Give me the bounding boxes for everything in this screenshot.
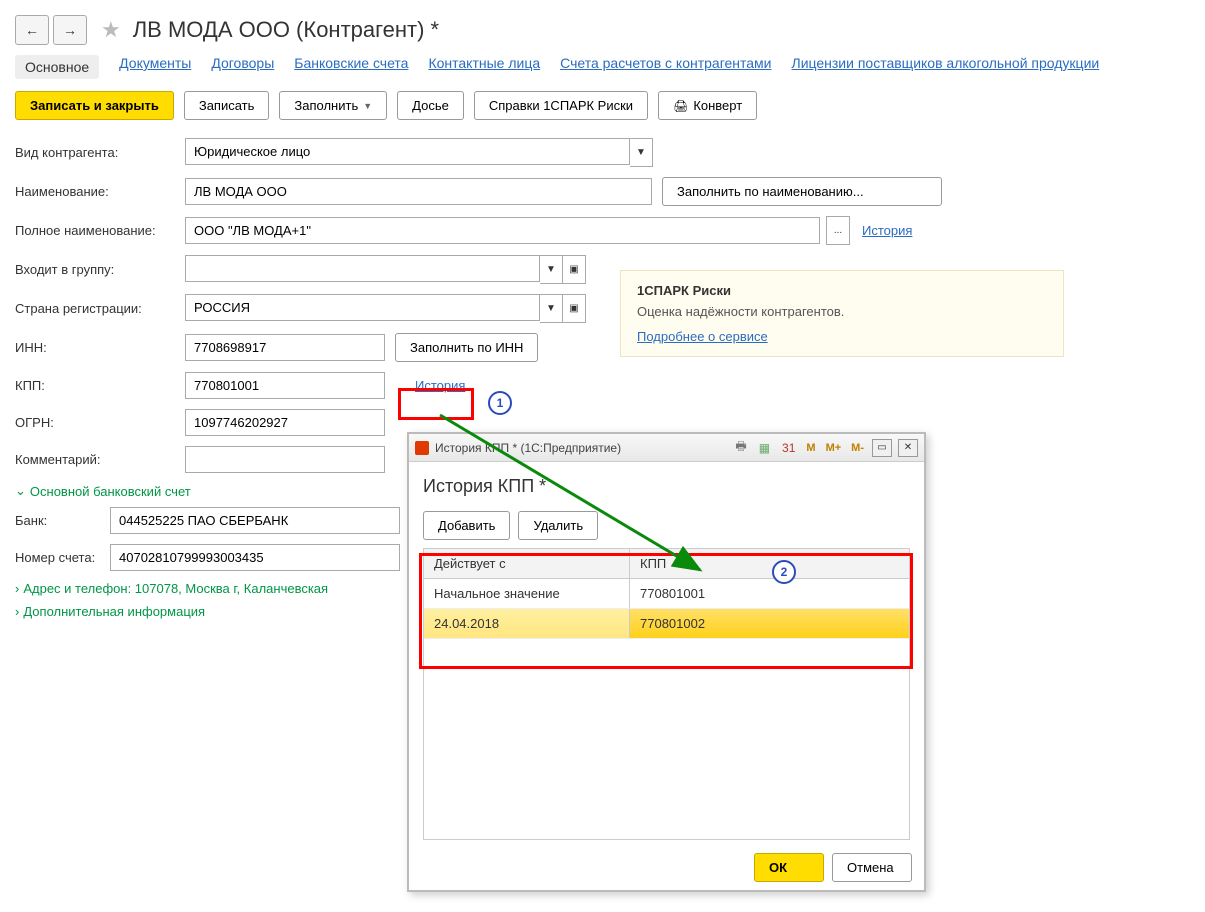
nav-forward-button[interactable]: → (53, 15, 87, 45)
dialog-title: История КПП * (1С:Предприятие) (435, 441, 726, 455)
tab-contracts[interactable]: Договоры (211, 55, 274, 79)
extra-section-label: Дополнительная информация (23, 604, 205, 619)
dossier-button[interactable]: Досье (397, 91, 464, 120)
envelope-button[interactable]: Конверт (658, 91, 757, 120)
favorite-star-icon[interactable]: ★ (101, 17, 121, 43)
group-input[interactable] (185, 255, 540, 282)
country-dropdown-button[interactable]: ▼ (540, 294, 563, 323)
row-date: Начальное значение (424, 579, 630, 608)
ogrn-label: ОГРН: (15, 415, 185, 430)
type-input[interactable] (185, 138, 630, 165)
print-icon (673, 98, 688, 113)
nav-back-button[interactable]: ← (15, 15, 49, 45)
row-kpp: 770801002 (630, 609, 909, 638)
tab-bank-accounts[interactable]: Банковские счета (294, 55, 408, 79)
chevron-right-icon (15, 604, 19, 619)
calendar-31-icon[interactable]: 31 (779, 441, 798, 455)
tab-documents[interactable]: Документы (119, 55, 191, 79)
row-kpp: 770801001 (630, 579, 909, 608)
table-row[interactable]: 24.04.2018 770801002 (424, 609, 909, 639)
comment-input[interactable] (185, 446, 385, 473)
inn-input[interactable] (185, 334, 385, 361)
dropdown-arrow-icon: ▼ (363, 101, 372, 111)
table-row[interactable]: Начальное значение 770801001 (424, 579, 909, 609)
chevron-right-icon (15, 581, 19, 596)
dialog-heading: История КПП * (423, 476, 910, 497)
account-label: Номер счета: (15, 550, 110, 565)
col-kpp-header[interactable]: КПП (630, 549, 909, 578)
country-label: Страна регистрации: (15, 301, 185, 316)
spark-button[interactable]: Справки 1СПАРК Риски (474, 91, 648, 120)
name-input[interactable] (185, 178, 652, 205)
full-name-history-link[interactable]: История (862, 223, 912, 238)
country-input[interactable] (185, 294, 540, 321)
print-icon[interactable]: 🖶 (732, 437, 749, 458)
memory-m-button[interactable]: M (804, 442, 817, 454)
fill-by-name-button[interactable]: Заполнить по наименованию... (662, 177, 942, 206)
bank-label: Банк: (15, 513, 110, 528)
kpp-history-link[interactable]: История (415, 378, 465, 393)
dialog-delete-button[interactable]: Удалить (518, 511, 598, 540)
tab-contacts[interactable]: Контактные лица (428, 55, 540, 79)
kpp-label: КПП: (15, 378, 185, 393)
type-dropdown-button[interactable]: ▼ (630, 138, 653, 167)
kpp-history-dialog: История КПП * (1С:Предприятие) 🖶 ▦ 31 M … (407, 432, 926, 892)
name-label: Наименование: (15, 184, 185, 199)
ogrn-input[interactable] (185, 409, 385, 436)
annotation-badge-2: 2 (772, 560, 796, 584)
toolbar: Записать и закрыть Записать Заполнить ▼ Д… (15, 91, 1190, 120)
full-name-ellipsis-button[interactable]: ... (826, 216, 850, 245)
app-logo-icon (415, 441, 429, 455)
row-date: 24.04.2018 (424, 609, 630, 638)
dialog-title-bar: История КПП * (1С:Предприятие) 🖶 ▦ 31 M … (409, 434, 924, 462)
account-input[interactable] (110, 544, 400, 571)
annotation-badge-1: 1 (488, 391, 512, 415)
kpp-history-table: Действует с КПП Начальное значение 77080… (423, 548, 910, 840)
chevron-down-icon (15, 483, 26, 499)
window-restore-button[interactable]: ▭ (872, 439, 892, 457)
address-section-label: Адрес и телефон: 107078, Москва г, Калан… (23, 581, 328, 596)
calendar-icon[interactable]: ▦ (756, 441, 773, 455)
kpp-input[interactable] (185, 372, 385, 399)
group-dropdown-button[interactable]: ▼ (540, 255, 563, 284)
tab-bar: Основное Документы Договоры Банковские с… (15, 55, 1190, 79)
full-name-label: Полное наименование: (15, 223, 185, 238)
dialog-ok-button[interactable]: ОК (754, 853, 824, 882)
spark-title: 1СПАРК Риски (637, 283, 1047, 298)
spark-desc: Оценка надёжности контрагентов. (637, 304, 1047, 319)
fill-button[interactable]: Заполнить ▼ (279, 91, 387, 120)
envelope-button-label: Конверт (693, 98, 742, 113)
spark-panel: 1СПАРК Риски Оценка надёжности контраген… (620, 270, 1064, 357)
tab-main[interactable]: Основное (15, 55, 99, 79)
save-button[interactable]: Записать (184, 91, 270, 120)
inn-label: ИНН: (15, 340, 185, 355)
bank-input[interactable] (110, 507, 400, 534)
memory-m-minus-button[interactable]: M- (849, 442, 866, 454)
dialog-cancel-button[interactable]: Отмена (832, 853, 912, 882)
dialog-add-button[interactable]: Добавить (423, 511, 510, 540)
fill-by-inn-button[interactable]: Заполнить по ИНН (395, 333, 538, 362)
full-name-input[interactable] (185, 217, 820, 244)
tab-settlement-accounts[interactable]: Счета расчетов с контрагентами (560, 55, 771, 79)
bank-section-label: Основной банковский счет (30, 484, 191, 499)
spark-more-link[interactable]: Подробнее о сервисе (637, 329, 768, 344)
type-label: Вид контрагента: (15, 145, 185, 160)
fill-button-label: Заполнить (294, 98, 358, 113)
country-open-button[interactable]: ▣ (563, 294, 586, 323)
page-title: ЛВ МОДА ООО (Контрагент) * (133, 17, 439, 43)
memory-m-plus-button[interactable]: M+ (824, 442, 844, 454)
save-close-button[interactable]: Записать и закрыть (15, 91, 174, 120)
tab-licenses[interactable]: Лицензии поставщиков алкогольной продукц… (792, 55, 1100, 79)
group-label: Входит в группу: (15, 262, 185, 277)
col-date-header[interactable]: Действует с (424, 549, 630, 578)
group-open-button[interactable]: ▣ (563, 255, 586, 284)
window-close-button[interactable]: ✕ (898, 439, 918, 457)
comment-label: Комментарий: (15, 452, 185, 467)
